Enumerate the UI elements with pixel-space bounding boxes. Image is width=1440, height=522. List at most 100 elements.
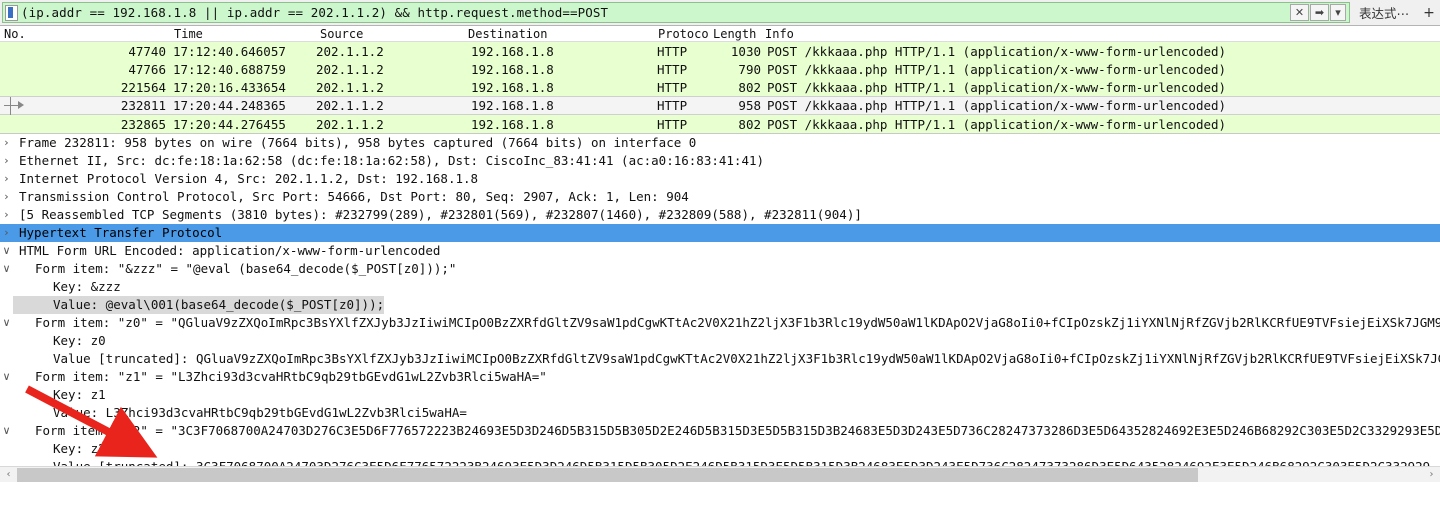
column-header-protocol[interactable]: Protocol [654,27,709,41]
chevron-down-icon[interactable]: ∨ [0,260,13,278]
chevron-down-icon[interactable]: ∨ [0,422,13,440]
packet-source: 202.1.1.2 [316,62,464,77]
detail-tree-label: Form item: "z2" = "3C3F7068700A24703D276… [13,422,1440,440]
bookmark-icon[interactable] [5,5,18,21]
packet-protocol: HTTP [654,117,709,132]
chevron-right-icon[interactable]: › [0,170,13,188]
detail-tree-row[interactable]: ›[5 Reassembled TCP Segments (3810 bytes… [0,206,1440,224]
scrollbar-track[interactable] [17,468,1423,482]
detail-tree-row[interactable]: Key: &zzz [0,278,1440,296]
packet-details-tree: ›Frame 232811: 958 bytes on wire (7664 b… [0,134,1440,476]
packet-no: 47740 [0,44,170,59]
packet-list-body: 4774017:12:40.646057202.1.1.2192.168.1.8… [0,42,1440,133]
packet-details-pane: ›Frame 232811: 958 bytes on wire (7664 b… [0,134,1440,482]
chevron-right-icon[interactable]: › [0,206,13,224]
detail-tree-label: Ethernet II, Src: dc:fe:18:1a:62:58 (dc:… [13,152,764,170]
column-header-destination[interactable]: Destination [464,27,654,41]
packet-destination: 192.168.1.8 [464,98,654,113]
detail-tree-row[interactable]: ›Transmission Control Protocol, Src Port… [0,188,1440,206]
apply-filter-icon[interactable]: ➡ [1310,4,1329,21]
chevron-down-icon[interactable]: ∨ [0,242,13,260]
detail-tree-row[interactable]: Value: L3Zhci93d3cvaHRtbC9qb29tbGEvdG1wL… [0,404,1440,422]
packet-row[interactable]: 4774017:12:40.646057202.1.1.2192.168.1.8… [0,42,1440,60]
column-header-info[interactable]: Info [761,27,1440,41]
packet-source: 202.1.1.2 [316,98,464,113]
detail-tree-label: Frame 232811: 958 bytes on wire (7664 bi… [13,134,696,152]
scroll-left-arrow-icon[interactable]: ‹ [0,467,17,483]
detail-tree-row[interactable]: Key: z0 [0,332,1440,350]
column-header-source[interactable]: Source [316,27,464,41]
chevron-right-icon[interactable]: › [0,152,13,170]
packet-row[interactable]: 4776617:12:40.688759202.1.1.2192.168.1.8… [0,60,1440,78]
detail-tree-label: Value: L3Zhci93d3cvaHRtbC9qb29tbGEvdG1wL… [13,404,467,422]
packet-row[interactable]: 23281117:20:44.248365202.1.1.2192.168.1.… [0,96,1440,115]
detail-tree-row[interactable]: Value [truncated]: QGluaV9zZXQoImRpc3BsY… [0,350,1440,368]
detail-tree-label: Internet Protocol Version 4, Src: 202.1.… [13,170,478,188]
packet-protocol: HTTP [654,62,709,77]
packet-length: 958 [709,98,761,113]
clear-filter-icon[interactable]: ✕ [1290,4,1309,21]
detail-tree-row[interactable]: ∨Form item: "&zzz" = "@eval (base64_deco… [0,260,1440,278]
detail-tree-row[interactable]: ∨HTML Form URL Encoded: application/x-ww… [0,242,1440,260]
packet-row[interactable]: 23286517:20:44.276455202.1.1.2192.168.1.… [0,115,1440,133]
packet-time: 17:12:40.688759 [170,62,316,77]
scroll-right-arrow-icon[interactable]: › [1423,467,1440,483]
chevron-right-icon[interactable]: › [0,134,13,152]
packet-protocol: HTTP [654,44,709,59]
detail-tree-label: [5 Reassembled TCP Segments (3810 bytes)… [13,206,862,224]
filter-expression-button[interactable]: 表达式⋯ [1350,0,1418,25]
packet-info: POST /kkkaaa.php HTTP/1.1 (application/x… [761,98,1440,113]
chevron-down-icon[interactable]: ∨ [0,314,13,332]
packet-protocol: HTTP [654,80,709,95]
detail-tree-row[interactable]: ›Frame 232811: 958 bytes on wire (7664 b… [0,134,1440,152]
detail-tree-row[interactable]: Key: z1 [0,386,1440,404]
scrollbar-thumb[interactable] [17,468,1198,482]
column-header-length[interactable]: Length [709,27,761,41]
packet-info: POST /kkkaaa.php HTTP/1.1 (application/x… [761,62,1440,77]
chevron-right-icon[interactable]: › [0,188,13,206]
packet-info: POST /kkkaaa.php HTTP/1.1 (application/x… [761,117,1440,132]
chevron-down-icon[interactable]: ∨ [0,368,13,386]
packet-length: 1030 [709,44,761,59]
detail-tree-row[interactable]: ›Internet Protocol Version 4, Src: 202.1… [0,170,1440,188]
packet-list-header: No. Time Source Destination Protocol Len… [0,26,1440,42]
display-filter-value: (ip.addr == 192.168.1.8 || ip.addr == 20… [21,5,1290,20]
packet-source: 202.1.1.2 [316,44,464,59]
detail-tree-row[interactable]: ∨Form item: "z2" = "3C3F7068700A24703D27… [0,422,1440,440]
add-filter-button[interactable]: + [1418,0,1440,25]
detail-tree-row[interactable]: ›Hypertext Transfer Protocol [0,224,1440,242]
detail-tree-label: Value [truncated]: QGluaV9zZXQoImRpc3BsY… [13,350,1440,368]
column-header-time[interactable]: Time [170,27,316,41]
detail-tree-row[interactable]: ›Ethernet II, Src: dc:fe:18:1a:62:58 (dc… [0,152,1440,170]
packet-length: 802 [709,117,761,132]
packet-info: POST /kkkaaa.php HTTP/1.1 (application/x… [761,80,1440,95]
detail-tree-label: Key: z2 [13,440,106,458]
horizontal-scrollbar[interactable]: ‹ › [0,466,1440,482]
detail-tree-label: Form item: "z0" = "QGluaV9zZXQoImRpc3BsY… [13,314,1440,332]
packet-length: 790 [709,62,761,77]
detail-tree-label: Transmission Control Protocol, Src Port:… [13,188,689,206]
packet-protocol: HTTP [654,98,709,113]
packet-row[interactable]: 22156417:20:16.433654202.1.1.2192.168.1.… [0,78,1440,96]
packet-no: 232865 [0,117,170,132]
detail-tree-row[interactable]: Value: @eval\001(base64_decode($_POST[z0… [0,296,1440,314]
packet-destination: 192.168.1.8 [464,62,654,77]
detail-tree-label: Key: z0 [13,332,106,350]
packet-source: 202.1.1.2 [316,117,464,132]
detail-tree-row[interactable]: ∨Form item: "z0" = "QGluaV9zZXQoImRpc3Bs… [0,314,1440,332]
packet-destination: 192.168.1.8 [464,80,654,95]
display-filter-input[interactable]: (ip.addr == 192.168.1.8 || ip.addr == 20… [2,2,1350,23]
detail-tree-label: Form item: "z1" = "L3Zhci93d3cvaHRtbC9qb… [13,368,547,386]
detail-tree-row[interactable]: Key: z2 [0,440,1440,458]
display-filter-bar: (ip.addr == 192.168.1.8 || ip.addr == 20… [0,0,1440,26]
packet-list-pane: No. Time Source Destination Protocol Len… [0,26,1440,134]
packet-no: 221564 [0,80,170,95]
filter-dropdown-icon[interactable]: ▾ [1330,4,1346,21]
chevron-right-icon[interactable]: › [0,224,13,242]
packet-time: 17:20:44.248365 [170,98,316,113]
detail-tree-label: Hypertext Transfer Protocol [13,224,222,242]
packet-length: 802 [709,80,761,95]
column-header-no[interactable]: No. [0,27,170,41]
detail-tree-row[interactable]: ∨Form item: "z1" = "L3Zhci93d3cvaHRtbC9q… [0,368,1440,386]
detail-tree-label: Value: @eval\001(base64_decode($_POST[z0… [13,296,384,314]
